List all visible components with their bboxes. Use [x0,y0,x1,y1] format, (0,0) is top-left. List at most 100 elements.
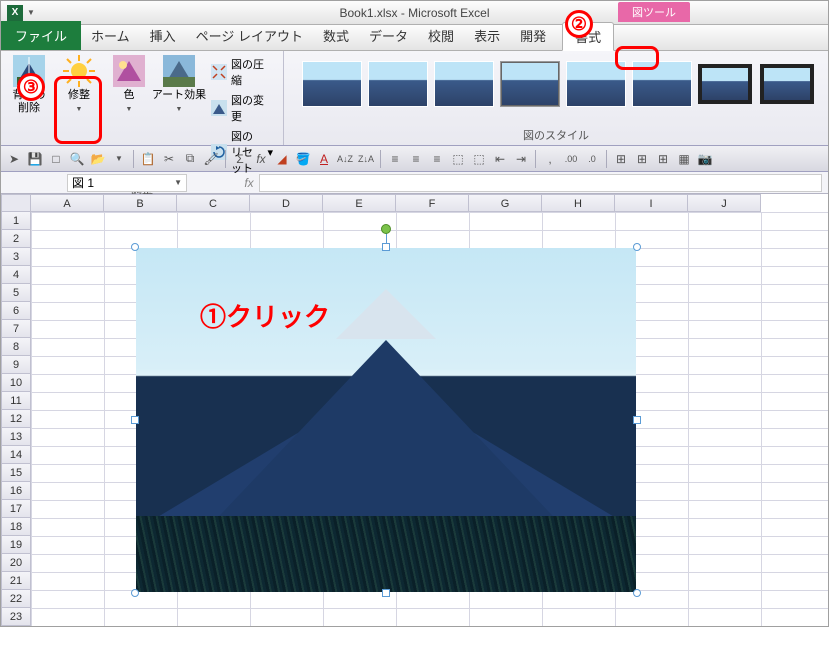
col-header[interactable]: E [323,194,396,212]
tab-developer[interactable]: 開発 [510,21,556,50]
formula-bar[interactable] [259,174,822,192]
tab-formulas[interactable]: 数式 [313,21,359,50]
resize-handle-nw[interactable] [131,243,139,251]
col-header[interactable]: F [396,194,469,212]
table-icon[interactable]: ⊞ [654,150,672,168]
ribbon-group-styles: 図のスタイル [284,51,828,145]
row-header[interactable]: 6 [1,302,31,320]
picture-style-1[interactable] [302,61,362,107]
window-title: Book1.xlsx - Microsoft Excel [339,6,489,20]
align-right-icon[interactable]: ≡ [428,150,446,168]
borders-icon[interactable]: ⊞ [612,150,630,168]
cell-grid[interactable] [31,212,828,626]
tab-page-layout[interactable]: ページ レイアウト [186,21,313,50]
row-header[interactable]: 10 [1,374,31,392]
tab-insert[interactable]: 挿入 [140,21,186,50]
cut-icon[interactable]: ✂ [160,150,178,168]
sum-icon[interactable]: Σ [231,150,249,168]
comma-icon[interactable]: , [541,150,559,168]
freeze-icon[interactable]: ▦ [675,150,693,168]
name-box[interactable]: 図 1 ▼ [67,174,187,192]
font-color-icon[interactable]: A [315,150,333,168]
grid-icon[interactable]: ⊞ [633,150,651,168]
pointer-icon[interactable]: ➤ [5,150,23,168]
row-header[interactable]: 11 [1,392,31,410]
row-header[interactable]: 14 [1,446,31,464]
row-header[interactable]: 16 [1,482,31,500]
preview-icon[interactable]: 🔍 [68,150,86,168]
resize-handle-w[interactable] [131,416,139,424]
col-header[interactable]: C [177,194,250,212]
qat-dropdown-icon[interactable]: ▼ [27,8,37,17]
row-header[interactable]: 2 [1,230,31,248]
format-painter-icon[interactable]: 🖌 [202,150,220,168]
fx-icon[interactable]: fx [252,150,270,168]
row-header[interactable]: 5 [1,284,31,302]
row-header[interactable]: 23 [1,608,31,626]
decimal-inc-icon[interactable]: .00 [562,150,580,168]
row-header[interactable]: 22 [1,590,31,608]
align-left-icon[interactable]: ≡ [386,150,404,168]
picture-style-2[interactable] [368,61,428,107]
copy-icon[interactable]: ⧉ [181,150,199,168]
chevron-down-icon[interactable]: ▼ [174,178,182,187]
camera-icon[interactable]: 📷 [696,150,714,168]
compress-pictures-button[interactable]: 図の圧縮 [209,55,275,89]
rotate-handle[interactable] [381,224,391,234]
save-icon[interactable]: 💾 [26,150,44,168]
resize-handle-se[interactable] [633,589,641,597]
picture-style-8[interactable] [760,64,814,104]
row-header[interactable]: 4 [1,266,31,284]
resize-handle-s[interactable] [382,589,390,597]
paste-icon[interactable]: 📋 [139,150,157,168]
decimal-dec-icon[interactable]: .0 [583,150,601,168]
chevron-down-icon[interactable]: ▼ [110,150,128,168]
open-icon[interactable]: 📂 [89,150,107,168]
tab-view[interactable]: 表示 [464,21,510,50]
indent-dec-icon[interactable]: ⇤ [491,150,509,168]
row-header[interactable]: 3 [1,248,31,266]
wrap-icon[interactable]: ⬚ [470,150,488,168]
col-header[interactable]: D [250,194,323,212]
row-header[interactable]: 9 [1,356,31,374]
row-header[interactable]: 8 [1,338,31,356]
align-center-icon[interactable]: ≡ [407,150,425,168]
merge-icon[interactable]: ⬚ [449,150,467,168]
row-header[interactable]: 18 [1,518,31,536]
row-header[interactable]: 17 [1,500,31,518]
picture-style-3[interactable] [434,61,494,107]
select-all-corner[interactable] [1,194,31,212]
picture-style-4[interactable] [500,61,560,107]
resize-handle-ne[interactable] [633,243,641,251]
row-header[interactable]: 1 [1,212,31,230]
resize-handle-n[interactable] [382,243,390,251]
col-header[interactable]: H [542,194,615,212]
row-header[interactable]: 21 [1,572,31,590]
tab-data[interactable]: データ [359,21,418,50]
new-icon[interactable]: □ [47,150,65,168]
row-header[interactable]: 20 [1,554,31,572]
row-header[interactable]: 12 [1,410,31,428]
fx-button[interactable]: fx [239,176,259,190]
change-picture-button[interactable]: 図の変更 [209,91,275,125]
indent-inc-icon[interactable]: ⇥ [512,150,530,168]
col-header[interactable]: G [469,194,542,212]
picture-style-7[interactable] [698,64,752,104]
row-header[interactable]: 15 [1,464,31,482]
tab-file[interactable]: ファイル [1,21,81,50]
col-header[interactable]: B [104,194,177,212]
row-header[interactable]: 19 [1,536,31,554]
tab-home[interactable]: ホーム [81,21,140,50]
resize-handle-sw[interactable] [131,589,139,597]
sort-desc-icon[interactable]: Z↓A [357,150,375,168]
paint-icon[interactable]: ◢ [273,150,291,168]
tab-review[interactable]: 校閲 [418,21,464,50]
col-header[interactable]: J [688,194,761,212]
row-header[interactable]: 13 [1,428,31,446]
row-header[interactable]: 7 [1,320,31,338]
sort-asc-icon[interactable]: A↓Z [336,150,354,168]
fill-icon[interactable]: 🪣 [294,150,312,168]
resize-handle-e[interactable] [633,416,641,424]
col-header[interactable]: I [615,194,688,212]
col-header[interactable]: A [31,194,104,212]
